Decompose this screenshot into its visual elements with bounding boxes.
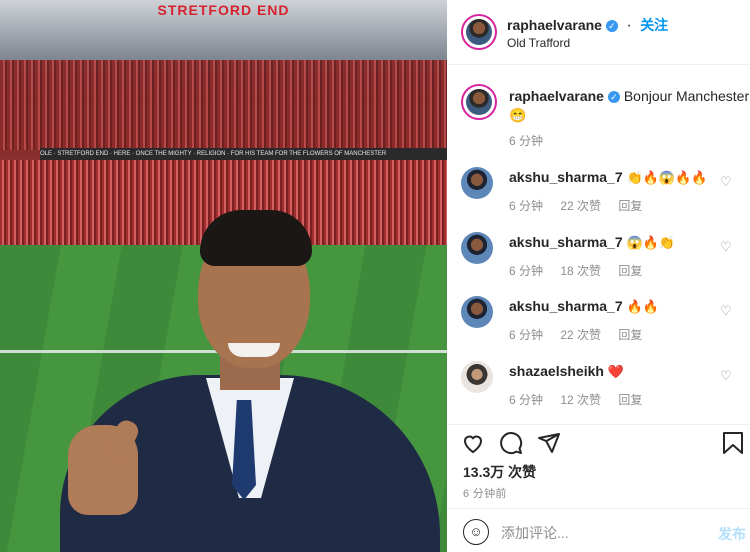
author-username[interactable]: raphaelvarane (507, 17, 602, 33)
comment-like-heart-icon[interactable]: ♡ (720, 240, 734, 254)
comment-like-heart-icon[interactable]: ♡ (720, 175, 734, 189)
heart-icon[interactable] (461, 431, 487, 457)
comment-username[interactable]: akshu_sharma_7 (509, 298, 623, 314)
add-comment-bar: ☺ 发布 (447, 512, 750, 552)
bookmark-icon[interactable] (722, 431, 748, 457)
stand-name-sign: STRETFORD END (157, 2, 290, 18)
comment-likes[interactable]: 12 次赞 (560, 393, 601, 407)
commenter-avatar-image (461, 232, 493, 264)
player-hair (200, 210, 312, 266)
comment-input[interactable] (499, 521, 703, 545)
caption-emoji: 😁 (509, 107, 527, 123)
comment-reply-button[interactable]: 回复 (618, 264, 642, 278)
comment-username[interactable]: akshu_sharma_7 (509, 234, 623, 250)
comment-text: 👏🔥😱🔥🔥 (626, 170, 708, 185)
section-divider (447, 508, 750, 509)
comment-time: 6 分钟 (509, 264, 544, 278)
stand-banner: OLE · STRETFORD END · HERE · ONCE THE MI… (40, 148, 447, 160)
post-header: raphaelvarane ✓ · 关注 Old Trafford (447, 0, 750, 65)
post-side-panel: raphaelvarane ✓ · 关注 Old Trafford raphael… (447, 0, 750, 552)
caption-avatar-image (466, 89, 492, 115)
comment-reply-button[interactable]: 回复 (618, 199, 642, 213)
comment-like-heart-icon[interactable]: ♡ (720, 369, 734, 383)
comment-username[interactable]: akshu_sharma_7 (509, 169, 623, 185)
caption-avatar[interactable] (461, 84, 497, 120)
post-timestamp: 6 分钟前 (463, 488, 507, 500)
post-photo[interactable]: STRETFORD END OLE · STRETFORD END · HERE… (0, 0, 447, 552)
comment-text: 🔥🔥 (626, 299, 659, 314)
comment-time: 6 分钟 (509, 328, 544, 342)
player-smile (228, 343, 280, 357)
caption-time: 6 分钟 (509, 134, 544, 148)
comment-time: 6 分钟 (509, 393, 544, 407)
comment-likes[interactable]: 22 次赞 (560, 199, 601, 213)
commenter-avatar[interactable] (461, 167, 493, 199)
comments-list[interactable]: raphaelvarane ✓ Bonjour Manchester! 😁 6 分… (447, 65, 750, 425)
commenter-avatar-image (461, 296, 493, 328)
comment-time: 6 分钟 (509, 199, 544, 213)
commenter-avatar[interactable] (461, 361, 493, 393)
commenter-avatar-image (461, 167, 493, 199)
comment-likes[interactable]: 22 次赞 (560, 328, 601, 342)
caption-text: Bonjour Manchester! (623, 88, 750, 104)
author-avatar-image (466, 19, 492, 45)
commenter-avatar[interactable] (461, 232, 493, 264)
crowd-upper (0, 60, 447, 150)
comment-like-heart-icon[interactable]: ♡ (720, 304, 734, 318)
commenter-avatar[interactable] (461, 296, 493, 328)
comment-text: 😱🔥👏 (626, 235, 676, 250)
verified-badge-icon: ✓ (605, 20, 618, 32)
comment-reply-button[interactable]: 回复 (618, 393, 642, 407)
caption-username[interactable]: raphaelvarane (509, 88, 604, 104)
comment-text: ❤️ (607, 364, 625, 379)
verified-badge-icon: ✓ (607, 91, 620, 103)
send-icon[interactable] (537, 431, 563, 457)
comment-reply-button[interactable]: 回复 (618, 328, 642, 342)
header-separator: · (626, 17, 632, 34)
location-link[interactable]: Old Trafford (507, 36, 570, 50)
comment-username[interactable]: shazaelsheikh (509, 363, 604, 379)
post-comment-button[interactable]: 发布 (718, 524, 746, 544)
follow-button[interactable]: 关注 (640, 17, 668, 33)
comment-icon[interactable] (499, 431, 525, 457)
post-actions-bar (447, 425, 750, 461)
emoji-icon[interactable]: ☺ (463, 519, 489, 545)
commenter-avatar-image (461, 361, 493, 393)
author-avatar[interactable] (461, 14, 497, 50)
likes-count[interactable]: 13.3万 次赞 (463, 462, 536, 482)
comment-likes[interactable]: 18 次赞 (560, 264, 601, 278)
